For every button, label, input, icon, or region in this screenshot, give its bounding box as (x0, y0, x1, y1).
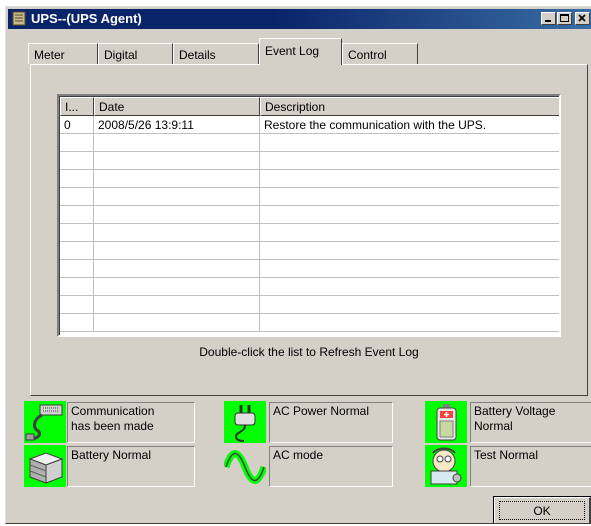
status-text: Battery Voltage Normal (474, 404, 556, 433)
title-bar[interactable]: UPS--(UPS Agent) (8, 9, 591, 29)
tab-label: Control (348, 48, 387, 62)
tab-details[interactable]: Details (173, 43, 259, 64)
test-status: Test Normal (470, 446, 591, 487)
ac-power-status: AC Power Normal (269, 402, 393, 443)
tab-digital[interactable]: Digital (98, 43, 173, 64)
ups-agent-window: UPS--(UPS Agent) Meter Digital Details E… (5, 6, 591, 524)
minimize-icon (545, 20, 551, 22)
tab-label: Event Log (265, 44, 320, 58)
battery-icon (425, 401, 467, 443)
communication-status: Communication has been made (67, 402, 195, 443)
status-text: Communication has been made (71, 404, 155, 433)
tab-event-log[interactable]: Event Log (259, 38, 342, 65)
status-text: AC Power Normal (273, 404, 370, 418)
close-icon (578, 14, 586, 22)
ok-button-label: OK (499, 501, 585, 520)
tab-label: Meter (34, 48, 65, 62)
ac-mode-status: AC mode (269, 446, 393, 487)
battery-status: Battery Normal (67, 446, 195, 487)
maximize-icon (560, 14, 569, 22)
minimize-button[interactable] (541, 12, 556, 25)
tab-label: Details (179, 48, 216, 62)
status-text: Battery Normal (71, 448, 152, 462)
refresh-hint: Double-click the list to Refresh Event L… (199, 345, 419, 359)
ups-app-icon (12, 11, 26, 26)
maximize-button[interactable] (557, 12, 572, 25)
test-doctor-icon (425, 445, 467, 487)
battery-pack-icon (24, 445, 66, 487)
tab-meter[interactable]: Meter (28, 43, 98, 64)
tab-control[interactable]: Control (342, 43, 418, 64)
sine-wave-icon (224, 445, 266, 487)
tab-label: Digital (104, 48, 138, 62)
window-title: UPS--(UPS Agent) (31, 11, 142, 26)
status-text: AC mode (273, 448, 324, 462)
cable-icon (24, 401, 66, 443)
ok-button[interactable]: OK (493, 496, 591, 523)
power-plug-icon (224, 401, 266, 443)
status-text: Test Normal (474, 448, 539, 462)
battery-voltage-status: Battery Voltage Normal (470, 402, 591, 443)
close-button[interactable] (575, 12, 590, 25)
